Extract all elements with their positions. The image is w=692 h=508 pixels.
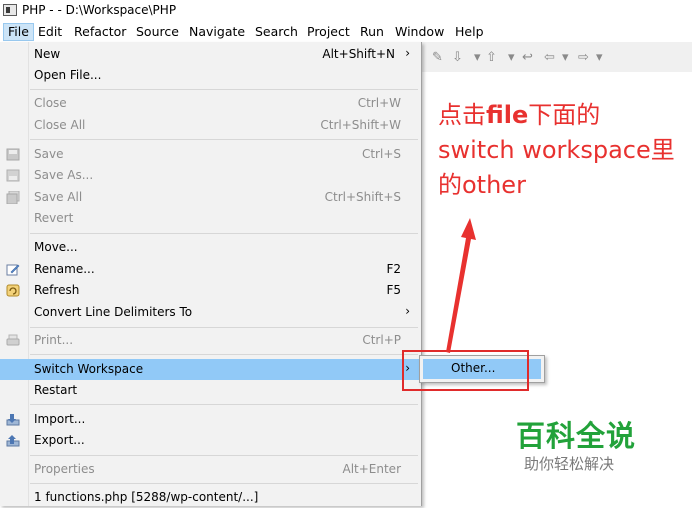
watermark-subtitle: 助你轻松解决	[524, 455, 615, 473]
annotation-text-fragment: switch workspace	[438, 136, 651, 164]
annotation-text-fragment: 点击	[438, 101, 486, 129]
annotation-text-fragment: file	[486, 101, 529, 129]
annotation-line-3: 的other	[438, 168, 526, 203]
annotation-text-fragment: other	[462, 171, 526, 199]
annotation-text-fragment: 下面的	[528, 101, 601, 129]
watermark-title: 百科全说	[516, 419, 637, 453]
annotation-text-fragment: 里	[650, 136, 675, 164]
annotation-text-fragment: 的	[438, 171, 462, 199]
annotation-line-1: 点击file下面的	[438, 98, 600, 133]
annotation-line-2: switch workspace里	[438, 133, 675, 168]
